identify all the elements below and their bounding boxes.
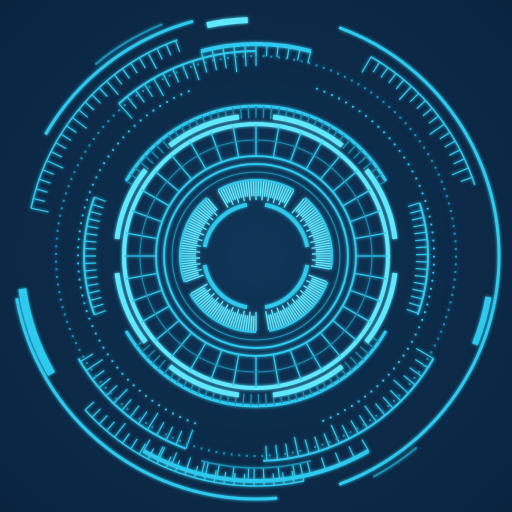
hud-canvas bbox=[0, 0, 512, 512]
outer-dash bbox=[94, 23, 163, 66]
bright-segment bbox=[114, 272, 148, 344]
core-arc bbox=[202, 202, 248, 248]
lower-inner-line bbox=[200, 460, 312, 469]
core-arc bbox=[264, 264, 310, 310]
core-arc bbox=[202, 264, 248, 310]
outer-arc bbox=[44, 19, 194, 136]
cell-mid-line bbox=[139, 139, 373, 373]
inner-scale-ticks bbox=[181, 198, 218, 283]
hud-rings-group bbox=[15, 17, 501, 501]
bright-segment bbox=[364, 168, 398, 240]
bright-segment bbox=[168, 364, 240, 398]
bright-segment bbox=[272, 364, 344, 398]
outer-dash bbox=[372, 446, 418, 478]
lower-bracket bbox=[142, 449, 370, 483]
scale-baseline bbox=[77, 357, 187, 450]
side-ticks bbox=[84, 196, 106, 316]
bright-segment bbox=[364, 272, 398, 344]
bright-segment bbox=[114, 168, 148, 240]
core-arc bbox=[264, 202, 310, 248]
circular-hud-graphic bbox=[15, 17, 501, 501]
outer-bracket bbox=[206, 17, 248, 29]
